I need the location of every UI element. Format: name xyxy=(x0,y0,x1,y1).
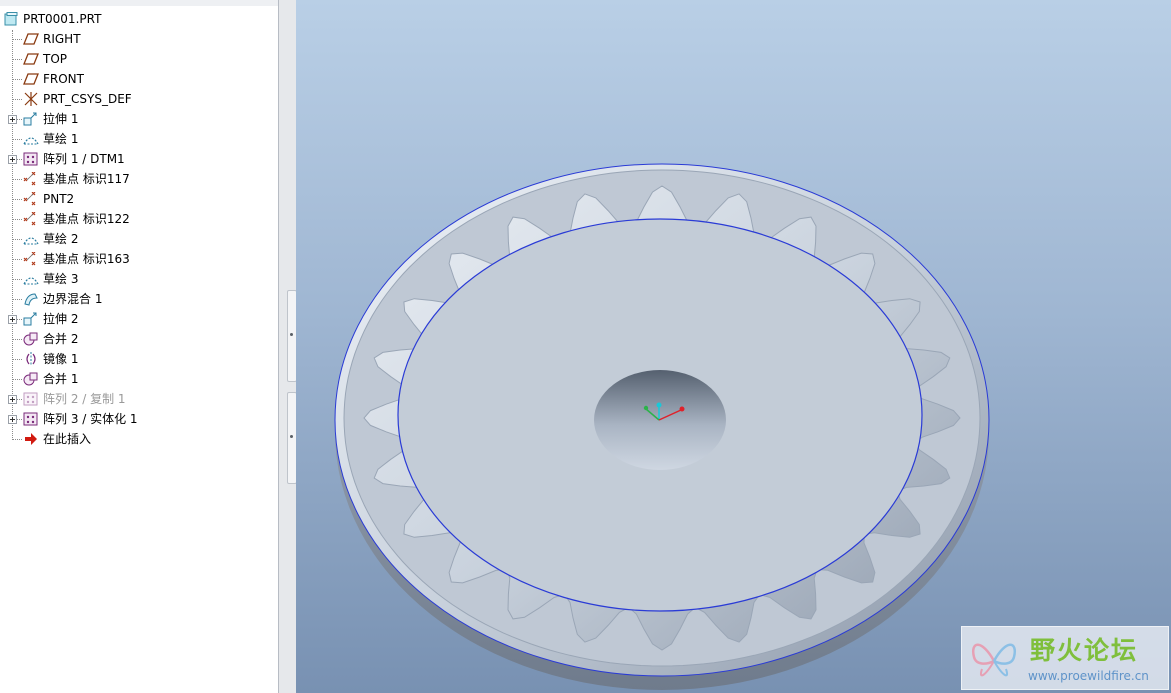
tree-item[interactable]: RIGHT xyxy=(0,29,278,49)
butterfly-logo-icon xyxy=(971,643,1017,677)
tree-item-label: PRT_CSYS_DEF xyxy=(43,92,132,106)
tree-item[interactable]: TOP xyxy=(0,49,278,69)
datum-point-icon xyxy=(23,171,39,186)
csys-icon xyxy=(23,92,39,106)
tree-item[interactable]: 草绘 2 xyxy=(0,229,278,249)
tree-item[interactable]: FRONT xyxy=(0,69,278,89)
tree-connector xyxy=(12,199,22,200)
datum-plane-icon xyxy=(23,52,39,66)
tree-item-label: 镜像 1 xyxy=(43,352,79,366)
expand-toggle-icon[interactable] xyxy=(8,395,17,404)
panel-splitter[interactable] xyxy=(279,0,297,693)
tree-item[interactable]: 阵列 1 / DTM1 xyxy=(0,149,278,169)
merge-icon xyxy=(23,332,39,346)
tree-item-label: 拉伸 2 xyxy=(43,312,79,326)
gear-model[interactable] xyxy=(296,0,1171,693)
tree-item[interactable]: 拉伸 2 xyxy=(0,309,278,329)
insert-here-arrow-icon xyxy=(23,432,39,446)
tree-item-label: 草绘 1 xyxy=(43,132,79,146)
tree-item-label: 阵列 1 / DTM1 xyxy=(43,152,125,166)
watermark-title: 野火论坛 xyxy=(1030,636,1139,665)
tree-item[interactable]: PRT_CSYS_DEF xyxy=(0,89,278,109)
tree-item[interactable]: 基准点 标识117 xyxy=(0,169,278,189)
tree-connector xyxy=(12,39,22,40)
tree-connector xyxy=(12,219,22,220)
tree-connector xyxy=(12,439,22,440)
datum-point-icon xyxy=(23,251,39,266)
tree-connector xyxy=(12,339,22,340)
tree-item-label: 草绘 3 xyxy=(43,272,79,286)
tree-item-label: 基准点 标识117 xyxy=(43,172,130,186)
tree-item-label: 草绘 2 xyxy=(43,232,79,246)
tree-connector xyxy=(12,99,22,100)
tree-item-label: 阵列 2 / 复制 1 xyxy=(43,392,126,406)
tree-item[interactable]: 基准点 标识122 xyxy=(0,209,278,229)
tree-connector xyxy=(12,139,22,140)
expand-toggle-icon[interactable] xyxy=(8,415,17,424)
tree-connector xyxy=(12,379,22,380)
pattern-icon xyxy=(23,412,39,426)
tree-item[interactable]: 合并 2 xyxy=(0,329,278,349)
sketch-icon xyxy=(23,232,39,246)
tree-item-label: FRONT xyxy=(43,72,84,86)
tree-item-label: 基准点 标识163 xyxy=(43,252,130,266)
tree-connector xyxy=(12,79,22,80)
tree-item[interactable]: 草绘 1 xyxy=(0,129,278,149)
extrude-icon xyxy=(23,112,39,126)
tree-item-label: 拉伸 1 xyxy=(43,112,79,126)
expand-toggle-icon[interactable] xyxy=(8,315,17,324)
tree-connector xyxy=(12,239,22,240)
tree-item[interactable]: 草绘 3 xyxy=(0,269,278,289)
tree-item-label: 阵列 3 / 实体化 1 xyxy=(43,412,138,426)
pattern-icon xyxy=(23,152,39,166)
datum-plane-icon xyxy=(23,72,39,86)
tree-item[interactable]: 合并 1 xyxy=(0,369,278,389)
merge-icon xyxy=(23,372,39,386)
tree-item-label: TOP xyxy=(43,52,68,66)
tree-item-label: 合并 2 xyxy=(43,332,79,346)
datum-plane-icon xyxy=(23,32,39,46)
tree-item-label: 基准点 标识122 xyxy=(43,212,130,226)
tree-item[interactable]: PNT2 xyxy=(0,189,278,209)
part-icon xyxy=(4,12,20,26)
tree-item[interactable]: 边界混合 1 xyxy=(0,289,278,309)
tree-toolbar-strip xyxy=(0,0,278,6)
tree-root-item[interactable]: PRT0001.PRT xyxy=(0,9,278,29)
model-tree-panel: PRT0001.PRT RIGHT TOP FRONT PRT_CSYS_DEF 拉伸 1… xyxy=(0,0,279,693)
tree-connector xyxy=(12,279,22,280)
tree-item-label: PNT2 xyxy=(43,192,75,206)
tree-connector xyxy=(12,299,22,300)
tree-item[interactable]: 在此插入 xyxy=(0,429,278,449)
tree-item-label: 合并 1 xyxy=(43,372,79,386)
tree-connector xyxy=(12,59,22,60)
tree-item-label: 在此插入 xyxy=(43,432,92,446)
tree-item-label: PRT0001.PRT xyxy=(23,12,102,26)
graphics-viewport[interactable] xyxy=(296,0,1171,693)
expand-toggle-icon[interactable] xyxy=(8,155,17,164)
tree-item[interactable]: 拉伸 1 xyxy=(0,109,278,129)
tree-connector xyxy=(12,179,22,180)
extrude-icon xyxy=(23,312,39,326)
boundary-blend-icon xyxy=(23,292,39,306)
tree-item-label: 边界混合 1 xyxy=(43,292,103,306)
forum-watermark: 野火论坛 www.proewildfire.cn xyxy=(961,626,1169,690)
tree-item[interactable]: 基准点 标识163 xyxy=(0,249,278,269)
datum-point-icon xyxy=(23,191,39,206)
tree-item[interactable]: 镜像 1 xyxy=(0,349,278,369)
datum-point-icon xyxy=(23,211,39,226)
pattern-icon xyxy=(23,392,39,406)
tree-connector xyxy=(12,359,22,360)
tree-item[interactable]: 阵列 2 / 复制 1 xyxy=(0,389,278,409)
mirror-icon xyxy=(23,352,39,366)
sketch-icon xyxy=(23,272,39,286)
expand-toggle-icon[interactable] xyxy=(8,115,17,124)
tree-connector xyxy=(12,259,22,260)
sketch-icon xyxy=(23,132,39,146)
tree-item[interactable]: 阵列 3 / 实体化 1 xyxy=(0,409,278,429)
tree-item-label: RIGHT xyxy=(43,32,81,46)
watermark-url: www.proewildfire.cn xyxy=(1028,669,1149,683)
